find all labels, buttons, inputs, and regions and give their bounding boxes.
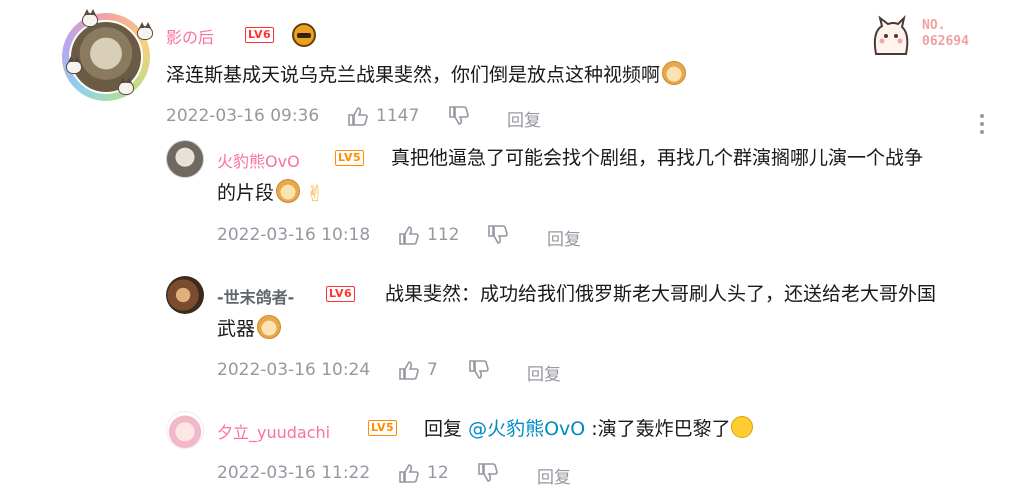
comment-username[interactable]: 影の后 (166, 24, 214, 48)
dislike-icon[interactable] (468, 360, 490, 380)
level-badge: LV5 (335, 150, 365, 166)
comment-text-content: 泽连斯基成天说乌克兰战果斐然，你们倒是放点这种视频啊 (166, 64, 661, 86)
cat-pendant-icon (137, 22, 153, 40)
reply-text-content: 的片段 (217, 182, 275, 204)
doge-emoji-icon (276, 179, 301, 203)
reply-text-line1: 战果斐然：成功给我们俄罗斯老大哥刷人头了，还送给老大哥外国 (385, 283, 937, 305)
cat-pendant-icon (66, 56, 82, 74)
level-badge: LV6 (326, 286, 356, 302)
avatar[interactable] (166, 411, 204, 449)
reply-username[interactable]: 夕立_yuudachi (217, 419, 330, 443)
like-icon[interactable] (398, 225, 420, 245)
mention-link[interactable]: @火豹熊OvO (468, 418, 585, 440)
cat-pendant-icon (82, 9, 98, 27)
like-count: 112 (427, 225, 460, 245)
reply-time: 2022-03-16 10:24 (217, 360, 371, 380)
avatar[interactable] (166, 276, 204, 314)
badge-number: 062694 (922, 34, 969, 49)
dislike-icon[interactable] (448, 106, 470, 126)
fan-number-badge: NO. 062694 (868, 14, 988, 58)
avatar[interactable] (166, 140, 204, 178)
reply-button[interactable]: 回复 (507, 106, 541, 131)
level-badge: LV5 (368, 420, 398, 436)
dislike-icon[interactable] (487, 225, 509, 245)
like-count: 12 (427, 463, 449, 483)
like-icon[interactable] (398, 463, 420, 483)
like-count: 7 (427, 360, 438, 380)
more-options-icon[interactable] (980, 114, 984, 136)
reply-time: 2022-03-16 10:18 (217, 225, 371, 245)
cat-badge-icon (873, 14, 909, 55)
reply-text-content: :演了轰炸巴黎了 (591, 418, 731, 440)
dislike-icon[interactable] (477, 463, 499, 483)
like-count: 1147 (376, 106, 420, 126)
laugh-cry-emoji-icon (730, 416, 753, 438)
like-icon[interactable] (347, 106, 369, 126)
fan-medal-icon (292, 23, 316, 47)
comment-time: 2022-03-16 09:36 (166, 106, 320, 126)
reply-button[interactable]: 回复 (547, 225, 581, 250)
victory-hand-emoji-icon: ✌ (306, 182, 325, 207)
reply-time: 2022-03-16 11:22 (217, 463, 371, 483)
reply-prefix: 回复 (424, 418, 463, 440)
reply-text-content: 武器 (217, 318, 256, 340)
like-icon[interactable] (398, 360, 420, 380)
reply-username[interactable]: 火豹熊OvO (217, 148, 300, 172)
reply-button[interactable]: 回复 (537, 463, 571, 488)
reply-text-line1: 真把他逼急了可能会找个剧组，再找几个群演搁哪儿演一个战争 (391, 147, 924, 169)
reply-text-line2: 的片段 ✌ (217, 176, 324, 212)
doge-emoji-icon (257, 315, 282, 339)
badge-label: NO. (922, 18, 946, 33)
doge-emoji-icon (662, 61, 687, 85)
reply-text-line2: 武器 (217, 312, 282, 346)
reply-button[interactable]: 回复 (527, 360, 561, 385)
comment-text: 泽连斯基成天说乌克兰战果斐然，你们倒是放点这种视频啊 (166, 58, 687, 92)
reply-text: 回复 @火豹熊OvO :演了轰炸巴黎了 (424, 412, 753, 446)
reply-username[interactable]: -世末鸽者- (217, 284, 294, 308)
cat-pendant-icon (118, 77, 134, 95)
level-badge: LV6 (245, 27, 275, 43)
